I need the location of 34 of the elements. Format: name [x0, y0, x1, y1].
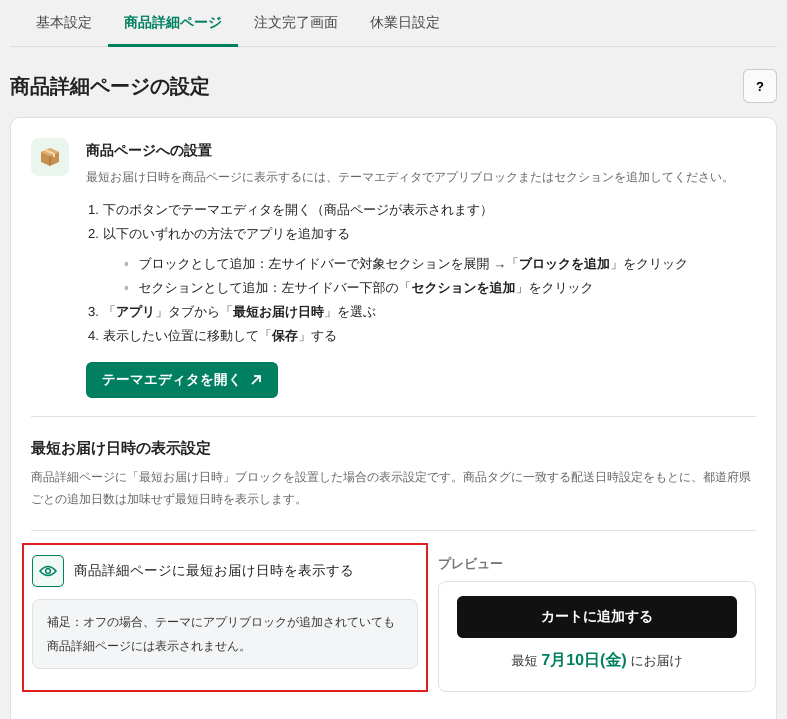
step-number: 1.	[88, 201, 99, 219]
delivery-date: 7月10日(金)	[541, 650, 627, 671]
step-text: ブロックとして追加：左サイドバーで対象セクションを展開 →「ブロックを追加」をクリック	[138, 255, 688, 273]
visibility-toggle[interactable]	[32, 555, 64, 587]
step-text: 表示したい位置に移動して「保存」する	[102, 327, 337, 345]
step-number: 3.	[88, 303, 99, 321]
tab[interactable]: 休業日設定	[354, 0, 456, 47]
section-title: 最短お届け日時の表示設定	[31, 439, 212, 458]
tab[interactable]: 商品詳細ページ	[108, 0, 238, 47]
step-number: 4.	[88, 327, 99, 345]
step-text: 以下のいずれかの方法でアプリを追加する	[102, 225, 350, 243]
add-to-cart-button[interactable]: カートに追加する	[457, 596, 737, 638]
external-arrow-icon	[250, 374, 262, 386]
preview-label: プレビュー	[438, 555, 504, 573]
delivery-prefix: 最短	[511, 652, 538, 670]
step-text: 「アプリ」タブから「最短お届け日時」を選ぶ	[102, 303, 376, 321]
tab[interactable]: 基本設定	[20, 0, 108, 47]
step-text: セクションとして追加：左サイドバー下部の「セクションを追加」をクリック	[138, 279, 594, 297]
section-description: 最短お届け日時を商品ページに表示するには、テーマエディタでアプリブロックまたはセクションを追加してください。	[86, 169, 734, 186]
step-number: 2.	[88, 225, 99, 243]
step-text: 下のボタンでテーマエディタを開く（商品ページが表示されます）	[102, 201, 493, 219]
package-icon	[31, 138, 69, 176]
page-title: 商品詳細ページの設定	[10, 74, 210, 100]
section-title: 商品ページへの設置	[86, 142, 213, 160]
note-box: 補足：オフの場合、テーマにアプリブロックが追加されていても商品詳細ページには表示されません。	[32, 599, 418, 669]
section-description: 商品詳細ページに「最短お届け日時」ブロックを設置した場合の表示設定です。商品タグに一致する配送日時設定をもとに、都道府県ごとの追加日数は加味せず最短日時を表示します。	[31, 469, 752, 508]
bullet-mark: ◦	[124, 279, 129, 297]
bullet-mark: ◦	[124, 255, 129, 273]
delivery-suffix: にお届け	[630, 652, 683, 670]
toggle-label: 商品詳細ページに最短お届け日時を表示する	[74, 562, 354, 580]
help-button[interactable]: ?	[743, 69, 777, 103]
tab[interactable]: 注文完了画面	[238, 0, 354, 47]
open-theme-editor-button[interactable]: テーマエディタを開く	[86, 362, 278, 398]
eye-icon	[39, 565, 57, 577]
